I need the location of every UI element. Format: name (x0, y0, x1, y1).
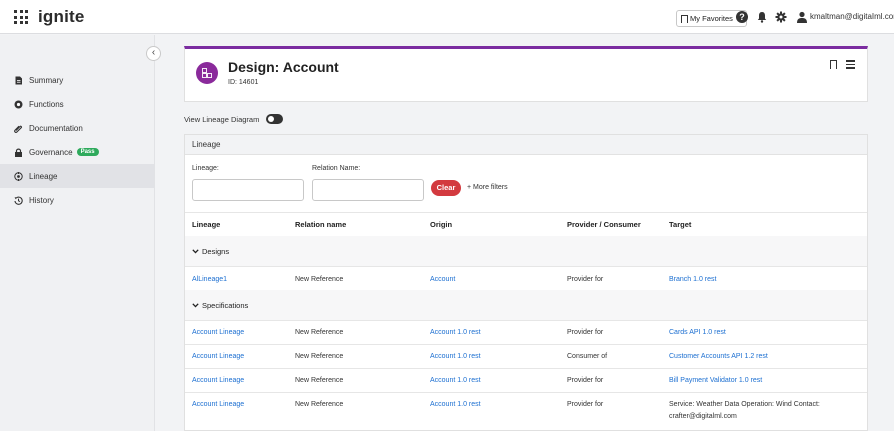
column-header-target[interactable]: Target (669, 220, 691, 229)
app-grid-icon[interactable] (14, 10, 28, 24)
group-row-designs[interactable]: Designs (185, 236, 867, 266)
gear-icon[interactable] (775, 11, 787, 23)
lineage-panel-title: Lineage (185, 135, 867, 155)
functions-icon (14, 100, 23, 108)
collapse-sidebar-button[interactable]: ‹ (146, 46, 161, 61)
sidebar: Summary Functions Documentation Governan… (0, 35, 155, 431)
sidebar-item-summary[interactable]: Summary (0, 68, 154, 92)
bookmark-icon (681, 14, 688, 23)
origin-link[interactable]: Account 1.0 rest (430, 353, 481, 360)
origin-link[interactable]: Account 1.0 rest (430, 329, 481, 336)
divider (185, 320, 867, 321)
lineage-filter-input[interactable] (192, 179, 304, 201)
history-icon (14, 196, 23, 205)
group-row-specifications[interactable]: Specifications (185, 290, 867, 320)
sidebar-item-label: Documentation (29, 123, 83, 133)
page-title: Design: Account (228, 59, 339, 75)
user-email[interactable]: kmaltman@digitaIml.com (810, 12, 894, 21)
origin-link[interactable]: Account (430, 276, 455, 283)
my-favorites-label: My Favorites (690, 14, 733, 23)
group-label: Specifications (202, 301, 249, 310)
lineage-link[interactable]: AlLineage1 (192, 276, 227, 283)
sidebar-item-documentation[interactable]: Documentation (0, 116, 154, 140)
lineage-link[interactable]: Account Lineage (192, 329, 244, 336)
menu-icon[interactable] (846, 60, 855, 69)
lineage-link[interactable]: Account Lineage (192, 353, 244, 360)
lineage-filter-label: Lineage: (192, 165, 219, 172)
view-lineage-diagram-label: View Lineage Diagram (184, 115, 260, 124)
view-lineage-diagram-toggle[interactable] (266, 114, 283, 124)
divider (185, 266, 867, 267)
relation-name-cell: New Reference (295, 276, 344, 283)
provider-consumer-cell: Provider for (567, 401, 604, 408)
sidebar-item-label: Summary (29, 75, 64, 85)
origin-link[interactable]: Account 1.0 rest (430, 401, 481, 408)
target-link[interactable]: Branch 1.0 rest (669, 276, 716, 283)
sidebar-item-governance[interactable]: Governance Pass (0, 140, 154, 164)
design-icon (202, 68, 212, 78)
relation-name-cell: New Reference (295, 401, 344, 408)
relation-name-cell: New Reference (295, 377, 344, 384)
target-text-line2: crafter@digitalml.com (669, 413, 737, 420)
document-icon (15, 76, 22, 84)
lineage-icon (14, 171, 23, 181)
provider-consumer-cell: Provider for (567, 377, 604, 384)
group-label: Designs (202, 247, 230, 256)
user-icon[interactable] (796, 11, 808, 23)
lineage-link[interactable]: Account Lineage (192, 401, 244, 408)
lineage-panel: Lineage Lineage: Relation Name: Clear + … (184, 134, 868, 431)
target-link[interactable]: Cards API 1.0 rest (669, 329, 726, 336)
sidebar-item-label: Governance (29, 147, 73, 157)
chevron-down-icon (192, 249, 199, 254)
sidebar-item-lineage[interactable]: Lineage (0, 164, 154, 188)
divider (185, 368, 867, 369)
divider (185, 212, 867, 213)
column-header-lineage[interactable]: Lineage (192, 220, 220, 229)
design-header-card: Design: Account ID: 14601 (184, 46, 868, 102)
governance-status-badge: Pass (76, 148, 99, 156)
target-link[interactable]: Bill Payment Validator 1.0 rest (669, 377, 762, 384)
clear-filters-button[interactable]: Clear (431, 180, 461, 196)
paperclip-icon (14, 125, 23, 133)
chevron-down-icon (192, 303, 199, 308)
toggle-knob (268, 116, 274, 122)
top-bar: ignite My Favorites ▼ ? kmaltman@digitaI… (0, 0, 894, 34)
relation-name-cell: New Reference (295, 353, 344, 360)
provider-consumer-cell: Provider for (567, 329, 604, 336)
design-avatar (196, 62, 218, 84)
column-header-origin[interactable]: Origin (430, 220, 452, 229)
design-id: ID: 14601 (228, 79, 259, 86)
target-text: Service: Weather Data Operation: Wind Co… (669, 401, 820, 408)
more-filters-link[interactable]: + More filters (467, 184, 508, 191)
divider (185, 392, 867, 393)
provider-consumer-cell: Consumer of (567, 353, 608, 360)
sidebar-item-label: Lineage (29, 171, 58, 181)
divider (185, 344, 867, 345)
provider-consumer-cell: Provider for (567, 276, 604, 283)
origin-link[interactable]: Account 1.0 rest (430, 377, 481, 384)
bookmark-icon[interactable] (830, 60, 837, 69)
lock-icon (15, 148, 22, 157)
sidebar-item-label: Functions (29, 99, 64, 109)
target-link[interactable]: Customer Accounts API 1.2 rest (669, 353, 768, 360)
relation-name-filter-input[interactable] (312, 179, 424, 201)
sidebar-item-label: History (29, 195, 54, 205)
help-icon[interactable]: ? (736, 11, 748, 23)
relation-name-cell: New Reference (295, 329, 344, 336)
column-header-provider-consumer[interactable]: Provider / Consumer (567, 220, 641, 229)
column-header-relation-name[interactable]: Relation name (295, 220, 346, 229)
relation-filter-label: Relation Name: (312, 165, 361, 172)
sidebar-item-history[interactable]: History (0, 188, 154, 212)
bell-icon[interactable] (756, 11, 768, 23)
sidebar-item-functions[interactable]: Functions (0, 92, 154, 116)
brand-logo[interactable]: ignite (38, 7, 85, 27)
lineage-link[interactable]: Account Lineage (192, 377, 244, 384)
